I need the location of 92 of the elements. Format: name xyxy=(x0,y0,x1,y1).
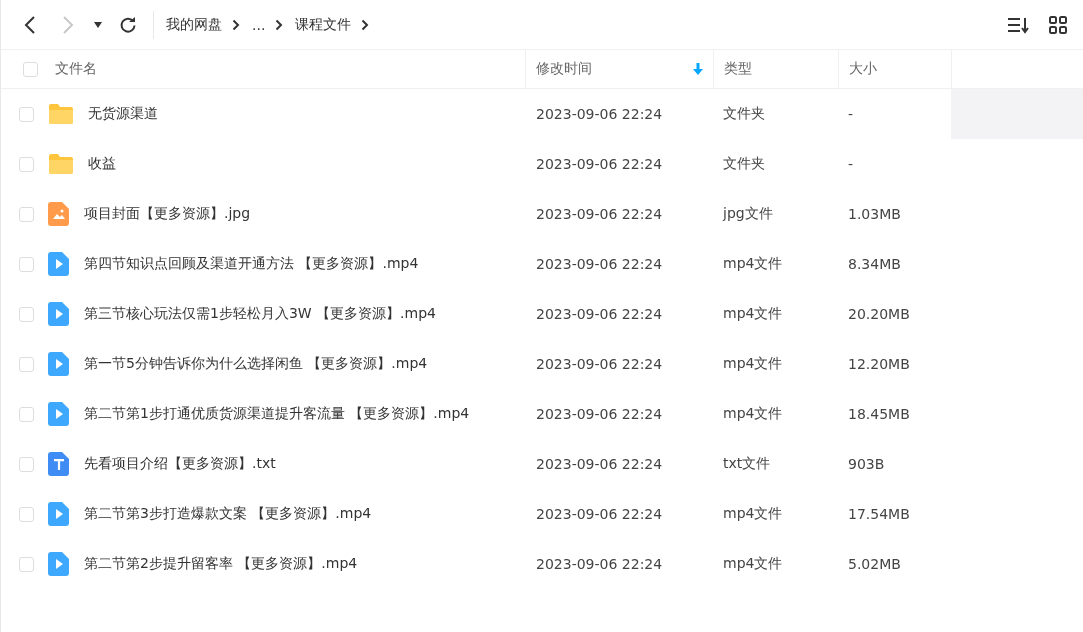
file-name[interactable]: 第四节知识点回顾及渠道开通方法 【更多资源】.mp4 xyxy=(84,255,419,273)
file-type: 文件夹 xyxy=(723,155,765,173)
row-checkbox[interactable] xyxy=(19,156,34,172)
file-name[interactable]: 第二节第3步打造爆款文案 【更多资源】.mp4 xyxy=(84,505,372,523)
file-name[interactable]: 第一节5分钟告诉你为什么选择闲鱼 【更多资源】.mp4 xyxy=(84,355,428,373)
file-size: 18.45MB xyxy=(848,406,910,422)
file-type: mp4文件 xyxy=(723,505,783,523)
row-checkbox[interactable] xyxy=(19,356,34,372)
chevron-icon xyxy=(361,18,370,31)
modified-time: 2023-09-06 22:24 xyxy=(536,306,663,322)
modified-time: 2023-09-06 22:24 xyxy=(536,506,663,522)
breadcrumb-link[interactable]: 我的网盘 xyxy=(166,15,222,34)
file-row[interactable]: 收益 2023-09-06 22:24 文件夹 - xyxy=(1,139,1083,189)
video-file-icon xyxy=(48,552,70,576)
file-size: 1.03MB xyxy=(848,206,901,222)
column-label: 文件名 xyxy=(55,60,97,78)
modified-time: 2023-09-06 22:24 xyxy=(536,156,663,172)
breadcrumb-link[interactable]: 课程文件 xyxy=(295,15,352,34)
forward-icon xyxy=(61,14,75,35)
chevron-icon xyxy=(232,18,240,31)
file-row[interactable]: 第四节知识点回顾及渠道开通方法 【更多资源】.mp4 2023-09-06 22:24 mp4文件 8.34MB xyxy=(1,239,1083,289)
row-checkbox[interactable] xyxy=(19,306,34,322)
file-row[interactable]: 先看项目介绍【更多资源】.txt 2023-09-06 22:24 txt文件 903B xyxy=(1,439,1083,489)
sort-down-icon xyxy=(693,63,703,75)
refresh-icon xyxy=(119,15,137,34)
file-type: mp4文件 xyxy=(723,405,783,423)
folder-icon xyxy=(48,103,74,125)
modified-time: 2023-09-06 22:24 xyxy=(536,106,663,122)
file-size: 903B xyxy=(848,456,885,472)
file-type: mp4文件 xyxy=(723,305,783,323)
file-name[interactable]: 收益 xyxy=(88,155,116,173)
file-size: 8.34MB xyxy=(848,256,901,272)
column-header[interactable]: 类型 xyxy=(713,50,838,88)
modified-time: 2023-09-06 22:24 xyxy=(536,206,663,222)
column-label: 大小 xyxy=(849,60,877,78)
file-type: mp4文件 xyxy=(723,555,783,573)
column-label: 类型 xyxy=(724,60,752,78)
folder-icon xyxy=(48,153,74,175)
file-name[interactable]: 第二节第2步提升留客率 【更多资源】.mp4 xyxy=(84,555,358,573)
row-checkbox[interactable] xyxy=(19,506,34,522)
file-size: 20.20MB xyxy=(848,306,910,322)
file-type: 文件夹 xyxy=(723,105,765,123)
row-checkbox[interactable] xyxy=(19,456,34,472)
file-type: txt文件 xyxy=(723,455,771,473)
file-row[interactable]: 第一节5分钟告诉你为什么选择闲鱼 【更多资源】.mp4 2023-09-06 22:24 mp4文件 12.20MB xyxy=(1,339,1083,389)
modified-time: 2023-09-06 22:24 xyxy=(536,356,663,372)
column-header[interactable]: 文件名 xyxy=(46,50,525,88)
video-file-icon xyxy=(48,402,70,426)
sort-icon xyxy=(1007,15,1029,34)
file-row[interactable]: 第三节核心玩法仅需1步轻松月入3W 【更多资源】.mp4 2023-09-06 22:24 mp4文件 20.20MB xyxy=(1,289,1083,339)
file-row[interactable]: 第二节第1步打通优质货源渠道提升客流量 【更多资源】.mp4 2023-09-06 22:24 mp4文件 18.45MB xyxy=(1,389,1083,439)
file-row[interactable]: 无货源渠道 2023-09-06 22:24 文件夹 - xyxy=(1,89,1083,139)
grid-view-icon xyxy=(1049,15,1067,34)
file-row[interactable]: 第二节第2步提升留客率 【更多资源】.mp4 2023-09-06 22:24 mp4文件 5.02MB xyxy=(1,539,1083,589)
file-name[interactable]: 先看项目介绍【更多资源】.txt xyxy=(84,455,276,473)
file-size: 17.54MB xyxy=(848,506,910,522)
file-row[interactable]: 第二节第3步打造爆款文案 【更多资源】.mp4 2023-09-06 22:24 mp4文件 17.54MB xyxy=(1,489,1083,539)
column-header[interactable]: 修改时间 xyxy=(525,50,713,88)
breadcrumb-link[interactable]: ... xyxy=(252,16,266,33)
image-file-icon xyxy=(48,202,70,226)
file-type: mp4文件 xyxy=(723,255,783,273)
column-header[interactable]: 大小 xyxy=(838,50,951,88)
caret-icon xyxy=(93,20,103,29)
modified-time: 2023-09-06 22:24 xyxy=(536,556,663,572)
file-name[interactable]: 项目封面【更多资源】.jpg xyxy=(84,205,251,223)
column-label: 修改时间 xyxy=(536,60,592,78)
modified-time: 2023-09-06 22:24 xyxy=(536,256,663,272)
row-checkbox[interactable] xyxy=(19,106,34,122)
video-file-icon xyxy=(48,252,70,276)
file-size: - xyxy=(848,156,854,172)
video-file-icon xyxy=(48,302,70,326)
file-name[interactable]: 第二节第1步打通优质货源渠道提升客流量 【更多资源】.mp4 xyxy=(84,405,470,423)
file-size: 5.02MB xyxy=(848,556,901,572)
modified-time: 2023-09-06 22:24 xyxy=(536,406,663,422)
file-size: 12.20MB xyxy=(848,356,910,372)
file-name[interactable]: 第三节核心玩法仅需1步轻松月入3W 【更多资源】.mp4 xyxy=(84,305,436,323)
row-checkbox[interactable] xyxy=(19,256,34,272)
select-all-checkbox[interactable] xyxy=(23,61,38,77)
video-file-icon xyxy=(48,502,70,526)
row-checkbox[interactable] xyxy=(19,556,34,572)
video-file-icon xyxy=(48,352,70,376)
file-size: - xyxy=(848,106,854,122)
file-name[interactable]: 无货源渠道 xyxy=(88,105,158,123)
file-type: mp4文件 xyxy=(723,355,783,373)
file-row[interactable]: 项目封面【更多资源】.jpg 2023-09-06 22:24 jpg文件 1.03MB xyxy=(1,189,1083,239)
chevron-icon xyxy=(275,18,284,31)
modified-time: 2023-09-06 22:24 xyxy=(536,456,663,472)
row-checkbox[interactable] xyxy=(19,406,34,422)
text-file-icon xyxy=(48,452,70,476)
back-icon xyxy=(23,14,37,35)
file-type: jpg文件 xyxy=(723,205,773,223)
row-checkbox[interactable] xyxy=(19,206,34,222)
